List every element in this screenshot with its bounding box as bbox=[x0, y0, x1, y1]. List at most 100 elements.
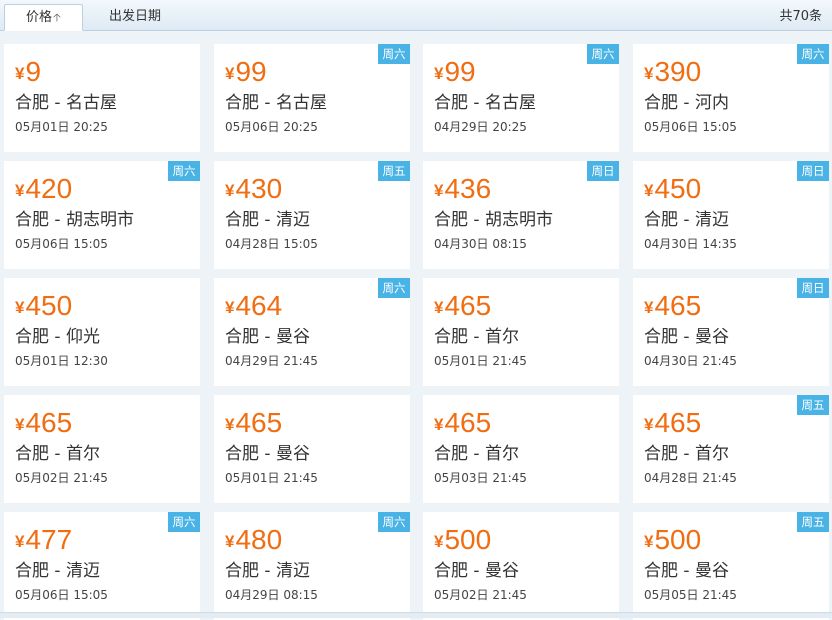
currency-symbol: ¥ bbox=[225, 415, 235, 434]
currency-symbol: ¥ bbox=[434, 64, 444, 83]
currency-symbol: ¥ bbox=[225, 298, 235, 317]
flight-deal-card[interactable]: ¥465 合肥 - 首尔 04月28日 21:45 周五 bbox=[633, 395, 829, 503]
deal-departure-datetime: 05月06日 15:05 bbox=[644, 120, 737, 134]
price-amount: 465 bbox=[444, 407, 492, 438]
currency-symbol: ¥ bbox=[15, 64, 25, 83]
flight-deal-card[interactable]: ¥9 合肥 - 名古屋 05月01日 20:25 bbox=[4, 44, 200, 152]
flight-deal-card[interactable]: ¥465 合肥 - 首尔 05月02日 21:45 bbox=[4, 395, 200, 503]
deal-price: ¥465 bbox=[434, 403, 491, 445]
deal-route: 合肥 - 清迈 bbox=[15, 561, 100, 581]
flight-deal-card[interactable]: ¥500 合肥 - 曼谷 05月02日 21:45 bbox=[423, 512, 619, 620]
deal-departure-datetime: 04月29日 20:25 bbox=[434, 120, 527, 134]
flight-deal-card[interactable]: ¥99 合肥 - 名古屋 04月29日 20:25 周六 bbox=[423, 44, 619, 152]
price-amount: 464 bbox=[235, 290, 283, 321]
deal-price: ¥430 bbox=[225, 169, 282, 211]
deal-departure-datetime: 05月01日 20:25 bbox=[15, 120, 108, 134]
weekday-badge: 周五 bbox=[797, 395, 829, 415]
flight-deal-card[interactable]: ¥430 合肥 - 清迈 04月28日 15:05 周五 bbox=[214, 161, 410, 269]
currency-symbol: ¥ bbox=[15, 298, 25, 317]
deal-departure-datetime: 05月01日 21:45 bbox=[434, 354, 527, 368]
weekday-badge: 周六 bbox=[168, 512, 200, 532]
deal-route: 合肥 - 首尔 bbox=[434, 327, 519, 347]
sort-up-arrow-icon: 🡡 bbox=[53, 11, 61, 24]
weekday-badge: 周五 bbox=[378, 161, 410, 181]
deal-price: ¥480 bbox=[225, 520, 282, 562]
tab-sort-departure-date[interactable]: 出发日期 bbox=[90, 4, 180, 31]
deal-price: ¥436 bbox=[434, 169, 491, 211]
deal-departure-datetime: 05月02日 21:45 bbox=[15, 471, 108, 485]
deal-departure-datetime: 04月29日 21:45 bbox=[225, 354, 318, 368]
flight-deal-card[interactable]: ¥465 合肥 - 曼谷 04月30日 21:45 周日 bbox=[633, 278, 829, 386]
tab-sort-price-label: 价格 bbox=[26, 10, 53, 25]
flight-deal-card[interactable]: ¥465 合肥 - 曼谷 05月01日 21:45 bbox=[214, 395, 410, 503]
flight-deal-card[interactable]: ¥436 合肥 - 胡志明市 04月30日 08:15 周日 bbox=[423, 161, 619, 269]
flight-deal-card[interactable]: ¥480 合肥 - 清迈 04月29日 08:15 周六 bbox=[214, 512, 410, 620]
price-amount: 99 bbox=[444, 56, 476, 87]
currency-symbol: ¥ bbox=[644, 415, 654, 434]
weekday-badge: 周六 bbox=[797, 44, 829, 64]
flight-deal-card[interactable]: ¥420 合肥 - 胡志明市 05月06日 15:05 周六 bbox=[4, 161, 200, 269]
deal-route: 合肥 - 胡志明市 bbox=[434, 210, 553, 230]
price-amount: 420 bbox=[25, 173, 73, 204]
deal-departure-datetime: 05月02日 21:45 bbox=[434, 588, 527, 602]
flight-deal-card[interactable]: ¥465 合肥 - 首尔 05月03日 21:45 bbox=[423, 395, 619, 503]
flight-deal-card[interactable]: ¥450 合肥 - 仰光 05月01日 12:30 bbox=[4, 278, 200, 386]
deal-price: ¥465 bbox=[644, 286, 701, 328]
flight-deal-card[interactable]: ¥450 合肥 - 清迈 04月30日 14:35 周日 bbox=[633, 161, 829, 269]
price-amount: 430 bbox=[235, 173, 283, 204]
currency-symbol: ¥ bbox=[15, 415, 25, 434]
flight-deal-card[interactable]: ¥477 合肥 - 清迈 05月06日 15:05 周六 bbox=[4, 512, 200, 620]
deal-route: 合肥 - 清迈 bbox=[225, 561, 310, 581]
currency-symbol: ¥ bbox=[644, 64, 654, 83]
weekday-badge: 周日 bbox=[797, 161, 829, 181]
currency-symbol: ¥ bbox=[434, 415, 444, 434]
currency-symbol: ¥ bbox=[225, 532, 235, 551]
deal-departure-datetime: 04月30日 14:35 bbox=[644, 237, 737, 251]
deal-route: 合肥 - 名古屋 bbox=[225, 93, 327, 113]
weekday-badge: 周六 bbox=[587, 44, 619, 64]
weekday-badge: 周六 bbox=[378, 44, 410, 64]
flight-deal-card[interactable]: ¥465 合肥 - 首尔 05月01日 21:45 bbox=[423, 278, 619, 386]
currency-symbol: ¥ bbox=[644, 532, 654, 551]
deal-departure-datetime: 05月06日 20:25 bbox=[225, 120, 318, 134]
tab-sort-departure-date-label: 出发日期 bbox=[108, 9, 161, 24]
deal-route: 合肥 - 首尔 bbox=[644, 444, 729, 464]
deal-price: ¥500 bbox=[434, 520, 491, 562]
flight-deal-card[interactable]: ¥390 合肥 - 河内 05月06日 15:05 周六 bbox=[633, 44, 829, 152]
deal-departure-datetime: 04月28日 15:05 bbox=[225, 237, 318, 251]
deal-route: 合肥 - 清迈 bbox=[225, 210, 310, 230]
deal-price: ¥477 bbox=[15, 520, 72, 562]
currency-symbol: ¥ bbox=[644, 181, 654, 200]
deal-price: ¥465 bbox=[434, 286, 491, 328]
deal-route: 合肥 - 曼谷 bbox=[225, 327, 310, 347]
weekday-badge: 周六 bbox=[378, 512, 410, 532]
tab-sort-price[interactable]: 价格🡡 bbox=[4, 4, 83, 31]
currency-symbol: ¥ bbox=[434, 298, 444, 317]
flight-deal-card[interactable]: ¥464 合肥 - 曼谷 04月29日 21:45 周六 bbox=[214, 278, 410, 386]
flight-deal-card[interactable]: ¥99 合肥 - 名古屋 05月06日 20:25 周六 bbox=[214, 44, 410, 152]
deal-price: ¥465 bbox=[15, 403, 72, 445]
price-amount: 465 bbox=[444, 290, 492, 321]
weekday-badge: 周日 bbox=[797, 278, 829, 298]
deal-departure-datetime: 05月06日 15:05 bbox=[15, 588, 108, 602]
flight-deal-card[interactable]: ¥500 合肥 - 曼谷 05月05日 21:45 周五 bbox=[633, 512, 829, 620]
deal-price: ¥500 bbox=[644, 520, 701, 562]
deal-route: 合肥 - 名古屋 bbox=[434, 93, 536, 113]
deal-price: ¥99 bbox=[434, 52, 476, 94]
deal-price: ¥450 bbox=[15, 286, 72, 328]
deal-route: 合肥 - 曼谷 bbox=[225, 444, 310, 464]
price-amount: 9 bbox=[25, 56, 42, 87]
deal-price: ¥464 bbox=[225, 286, 282, 328]
weekday-badge: 周六 bbox=[168, 161, 200, 181]
deal-price: ¥9 bbox=[15, 52, 41, 94]
deal-route: 合肥 - 曼谷 bbox=[644, 561, 729, 581]
deal-price: ¥465 bbox=[225, 403, 282, 445]
currency-symbol: ¥ bbox=[644, 298, 654, 317]
price-amount: 390 bbox=[654, 56, 702, 87]
deal-route: 合肥 - 曼谷 bbox=[434, 561, 519, 581]
price-amount: 465 bbox=[654, 290, 702, 321]
weekday-badge: 周六 bbox=[378, 278, 410, 298]
deal-departure-datetime: 05月06日 15:05 bbox=[15, 237, 108, 251]
deal-departure-datetime: 05月01日 21:45 bbox=[225, 471, 318, 485]
price-amount: 480 bbox=[235, 524, 283, 555]
